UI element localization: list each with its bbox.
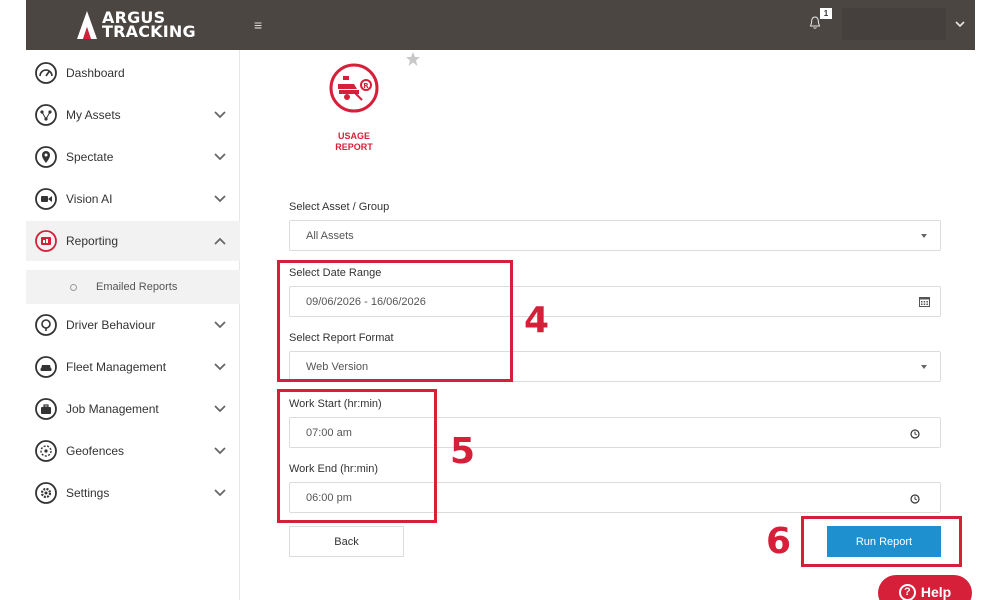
brand-line2: TRACKING bbox=[102, 22, 196, 41]
chevron-down-icon[interactable] bbox=[214, 405, 226, 413]
sidebar-item-my-assets[interactable]: My Assets bbox=[26, 95, 240, 135]
asset-group-label: Select Asset / Group bbox=[289, 201, 390, 213]
calendar-icon[interactable] bbox=[919, 296, 930, 307]
brand-name: ARGUS TRACKING bbox=[102, 10, 196, 41]
svg-text:R: R bbox=[363, 82, 369, 90]
asset-group-value: All Assets bbox=[306, 230, 354, 242]
sidebar-item-label: Geofences bbox=[66, 444, 125, 458]
chevron-down-icon[interactable] bbox=[214, 321, 226, 329]
menu-toggle-icon[interactable]: ≡ bbox=[254, 15, 262, 35]
report-title: USAGE REPORT bbox=[320, 131, 388, 153]
chevron-down-icon[interactable] bbox=[214, 363, 226, 371]
sidebar-item-geofences[interactable]: Geofences bbox=[26, 431, 240, 471]
annotation-number-4: 4 bbox=[524, 300, 550, 341]
report-title-line2: REPORT bbox=[335, 142, 373, 152]
annotation-number-5: 5 bbox=[450, 431, 476, 472]
bullet-icon bbox=[70, 283, 77, 291]
clock-icon[interactable] bbox=[910, 429, 920, 439]
sidebar-subitem-label: Emailed Reports bbox=[96, 281, 178, 293]
sidebar-item-label: Fleet Management bbox=[66, 360, 167, 374]
video-camera-icon bbox=[35, 188, 57, 210]
chevron-down-icon[interactable] bbox=[214, 153, 226, 161]
sidebar-item-dashboard[interactable]: Dashboard bbox=[26, 53, 240, 93]
location-pin-icon bbox=[35, 146, 57, 168]
sidebar-item-label: Reporting bbox=[66, 234, 119, 248]
chevron-down-icon[interactable] bbox=[214, 111, 226, 119]
run-report-button[interactable]: Run Report bbox=[827, 526, 941, 557]
sidebar: Dashboard My Assets Spectate Vision AI R… bbox=[26, 50, 240, 600]
driver-icon bbox=[35, 314, 57, 336]
geofence-icon bbox=[35, 440, 57, 462]
chevron-down-icon[interactable] bbox=[214, 489, 226, 497]
user-menu[interactable] bbox=[842, 8, 946, 40]
reporting-icon bbox=[35, 230, 57, 252]
report-title-line1: USAGE bbox=[337, 131, 370, 141]
sidebar-item-label: Settings bbox=[66, 486, 110, 500]
sidebar-item-label: Driver Behaviour bbox=[66, 318, 156, 332]
dashboard-icon bbox=[35, 62, 57, 84]
page: ARGUS TRACKING ≡ 1 Dashboard My Assets S… bbox=[0, 0, 1000, 600]
help-button[interactable]: ? Help bbox=[878, 575, 972, 600]
gear-icon bbox=[35, 482, 57, 504]
caret-down-icon bbox=[921, 365, 927, 369]
back-button[interactable]: Back bbox=[289, 526, 404, 557]
chevron-down-icon[interactable] bbox=[954, 14, 966, 34]
annotation-box-5 bbox=[277, 389, 437, 523]
clock-icon[interactable] bbox=[910, 494, 920, 504]
sidebar-item-fleet-management[interactable]: Fleet Management bbox=[26, 347, 240, 387]
chevron-up-icon[interactable] bbox=[214, 237, 226, 245]
usage-report-icon: R bbox=[329, 63, 379, 113]
sidebar-item-reporting[interactable]: Reporting bbox=[26, 221, 240, 261]
car-icon bbox=[35, 356, 57, 378]
caret-down-icon bbox=[921, 234, 927, 238]
question-icon: ? bbox=[898, 584, 916, 600]
sidebar-subitem-emailed-reports[interactable]: Emailed Reports bbox=[26, 270, 240, 304]
sidebar-item-label: Vision AI bbox=[66, 192, 113, 206]
sidebar-item-driver-behaviour[interactable]: Driver Behaviour bbox=[26, 305, 240, 345]
sidebar-item-label: Spectate bbox=[66, 150, 114, 164]
sidebar-item-settings[interactable]: Settings bbox=[26, 473, 240, 513]
chevron-down-icon[interactable] bbox=[214, 195, 226, 203]
annotation-number-6: 6 bbox=[766, 521, 792, 562]
favorite-star-icon[interactable] bbox=[405, 51, 421, 67]
sidebar-item-label: Job Management bbox=[66, 402, 159, 416]
sidebar-item-spectate[interactable]: Spectate bbox=[26, 137, 240, 177]
brand-logo[interactable]: ARGUS TRACKING bbox=[76, 10, 196, 40]
annotation-box-4 bbox=[277, 260, 513, 382]
asset-group-select[interactable]: All Assets bbox=[289, 220, 941, 251]
sidebar-item-vision-ai[interactable]: Vision AI bbox=[26, 179, 240, 219]
notification-badge: 1 bbox=[820, 8, 832, 19]
sidebar-item-label: Dashboard bbox=[66, 66, 125, 80]
sidebar-item-label: My Assets bbox=[66, 108, 121, 122]
chevron-down-icon[interactable] bbox=[214, 447, 226, 455]
sidebar-item-job-management[interactable]: Job Management bbox=[26, 389, 240, 429]
argus-logo-icon bbox=[77, 11, 97, 39]
help-label: Help bbox=[920, 584, 952, 600]
assets-icon bbox=[35, 104, 57, 126]
top-bar: ARGUS TRACKING ≡ 1 bbox=[26, 0, 975, 50]
briefcase-icon bbox=[35, 398, 57, 420]
